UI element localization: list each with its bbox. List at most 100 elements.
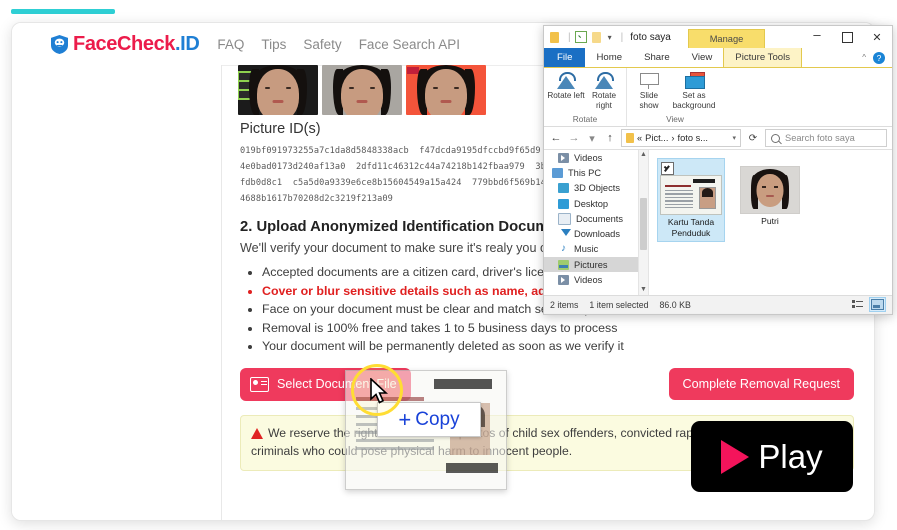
list-item[interactable]: Putri xyxy=(737,158,803,230)
file-explorer-window[interactable]: | ▾ | foto saya – ✕ Manage File Home Sha… xyxy=(543,25,893,315)
video-icon xyxy=(558,275,569,286)
list-item: Removal is 100% free and takes 1 to 5 bu… xyxy=(262,319,856,338)
quick-access-toolbar: | ▾ | foto saya – ✕ Manage xyxy=(544,26,892,48)
tree-item-label: Pictures xyxy=(574,259,608,270)
navigation-pane-scrollbar[interactable]: ▲ ▼ xyxy=(638,150,648,295)
minimize-button[interactable]: – xyxy=(802,23,832,45)
large-icons-view-button[interactable] xyxy=(869,297,886,312)
portrait-thumbnail xyxy=(740,166,800,214)
complete-removal-request-button[interactable]: Complete Removal Request xyxy=(668,368,854,400)
picture-id-line: 4688b1617b70208d2c3219f213a09 xyxy=(240,194,393,204)
tree-item-videos-2[interactable]: Videos xyxy=(544,272,648,287)
rotate-right-button[interactable]: Rotate right xyxy=(585,72,623,110)
tab-view[interactable]: View xyxy=(681,48,724,67)
tab-home[interactable]: Home xyxy=(585,48,633,67)
documents-icon xyxy=(558,212,571,225)
tab-share[interactable]: Share xyxy=(633,48,681,67)
shield-icon xyxy=(51,34,68,54)
search-box[interactable]: Search foto saya xyxy=(765,129,887,147)
ribbon-group-rotate: Rotate left Rotate right Rotate xyxy=(544,68,627,126)
tree-item-this-pc[interactable]: This PC xyxy=(544,165,648,180)
tree-item-videos[interactable]: Videos xyxy=(544,150,648,165)
file-list-pane[interactable]: Kartu Tanda Penduduk Putri xyxy=(649,150,892,295)
scroll-up-icon[interactable]: ▲ xyxy=(639,150,648,160)
large-icons-view-icon xyxy=(871,299,884,310)
screen-root: FaceCheck.ID FAQ Tips Safety Face Search… xyxy=(0,0,897,530)
breadcrumb-pictures[interactable]: Pict... xyxy=(645,133,668,143)
nav-item-face-search-api[interactable]: Face Search API xyxy=(359,37,460,52)
status-size: 86.0 KB xyxy=(659,299,691,310)
teal-accent-bar xyxy=(11,9,115,14)
details-view-icon xyxy=(852,300,863,309)
warning-triangle-icon xyxy=(251,427,263,439)
close-button[interactable]: ✕ xyxy=(862,26,892,48)
matched-photo[interactable] xyxy=(406,65,486,115)
up-button[interactable]: ↑ xyxy=(603,132,617,144)
tree-item-downloads[interactable]: Downloads xyxy=(544,226,648,241)
rotate-right-label: Rotate right xyxy=(591,91,617,110)
matched-photo[interactable] xyxy=(238,65,318,115)
ribbon-tabbar: File Home Share View Picture Tools ^ ? xyxy=(544,48,892,68)
tree-item-3d-objects[interactable]: 3D Objects xyxy=(544,181,648,196)
toolbar-separator: | xyxy=(620,31,624,43)
play-triangle-icon xyxy=(721,439,750,474)
toolbar-separator: | xyxy=(568,31,571,43)
recent-locations-button[interactable]: ▾ xyxy=(585,132,599,145)
folder-icon xyxy=(550,31,559,43)
chevron-down-icon[interactable]: ▾ xyxy=(608,33,612,42)
scroll-down-icon[interactable]: ▼ xyxy=(639,285,648,295)
tree-item-label: Videos xyxy=(574,275,603,286)
back-button[interactable]: ← xyxy=(549,132,563,144)
list-item[interactable]: Kartu Tanda Penduduk xyxy=(657,158,725,242)
music-icon: ♪ xyxy=(561,243,566,255)
scrollbar-thumb[interactable] xyxy=(640,198,647,250)
picture-id-line: 019bf091973255a7c1da8d5848338acb f47dcda… xyxy=(240,146,541,156)
site-logo[interactable]: FaceCheck.ID xyxy=(51,32,200,56)
slide-show-button[interactable]: Slide show xyxy=(630,72,668,110)
tree-item-pictures[interactable]: Pictures xyxy=(544,257,648,273)
action-button-row: Select Document File Complete Removal Re… xyxy=(240,367,856,401)
collapse-ribbon-icon[interactable]: ^ xyxy=(862,53,866,62)
chevron-down-icon[interactable]: ▾ xyxy=(732,134,736,142)
file-checkbox[interactable] xyxy=(661,162,674,175)
tree-item-label: 3D Objects xyxy=(574,183,620,194)
nav-item-tips[interactable]: Tips xyxy=(261,37,286,52)
details-view-button[interactable] xyxy=(849,297,866,312)
complete-removal-label: Complete Removal Request xyxy=(682,377,841,391)
status-bar: 2 items 1 item selected 86.0 KB xyxy=(544,295,892,313)
matched-photo[interactable] xyxy=(322,65,402,115)
nav-item-faq[interactable]: FAQ xyxy=(217,37,244,52)
status-selection: 1 item selected xyxy=(589,299,649,310)
breadcrumb-current[interactable]: foto s... xyxy=(678,133,709,143)
play-button[interactable]: Play xyxy=(691,421,853,492)
nav-item-safety[interactable]: Safety xyxy=(303,37,341,52)
breadcrumb-separator: › xyxy=(671,133,675,143)
set-as-background-button[interactable]: Set as background xyxy=(668,72,720,110)
tree-item-desktop[interactable]: Desktop xyxy=(544,196,648,211)
id-card-thumbnail xyxy=(660,175,722,215)
slideshow-icon xyxy=(638,72,660,89)
help-icon[interactable]: ? xyxy=(873,51,885,64)
tree-item-documents[interactable]: Documents xyxy=(544,211,648,226)
explorer-body: Videos This PC 3D Objects Desktop Docume… xyxy=(544,150,892,295)
rotate-right-icon xyxy=(593,72,615,89)
maximize-button[interactable] xyxy=(832,26,862,48)
tree-item-music[interactable]: ♪ Music xyxy=(544,242,648,257)
address-bar-row: ← → ▾ ↑ « Pict... › foto s... ▾ ⟳ Search… xyxy=(544,127,892,150)
tree-item-label: This PC xyxy=(568,167,602,178)
new-folder-icon[interactable] xyxy=(591,31,601,43)
search-placeholder: Search foto saya xyxy=(785,133,855,143)
ribbon-group-view: Slide show Set as background View xyxy=(627,68,723,126)
tab-picture-tools[interactable]: Picture Tools xyxy=(723,48,803,67)
logo-secondary: .ID xyxy=(175,32,200,55)
forward-button[interactable]: → xyxy=(567,132,581,144)
logo-text: FaceCheck.ID xyxy=(73,32,200,56)
tab-file[interactable]: File xyxy=(544,48,586,67)
address-breadcrumb[interactable]: « Pict... › foto s... ▾ xyxy=(621,129,741,147)
set-background-icon xyxy=(682,72,706,89)
cube-icon xyxy=(558,183,569,194)
properties-icon[interactable] xyxy=(574,31,587,43)
refresh-button[interactable]: ⟳ xyxy=(745,133,761,144)
navigation-pane[interactable]: Videos This PC 3D Objects Desktop Docume… xyxy=(544,150,649,295)
rotate-left-button[interactable]: Rotate left xyxy=(547,72,585,101)
